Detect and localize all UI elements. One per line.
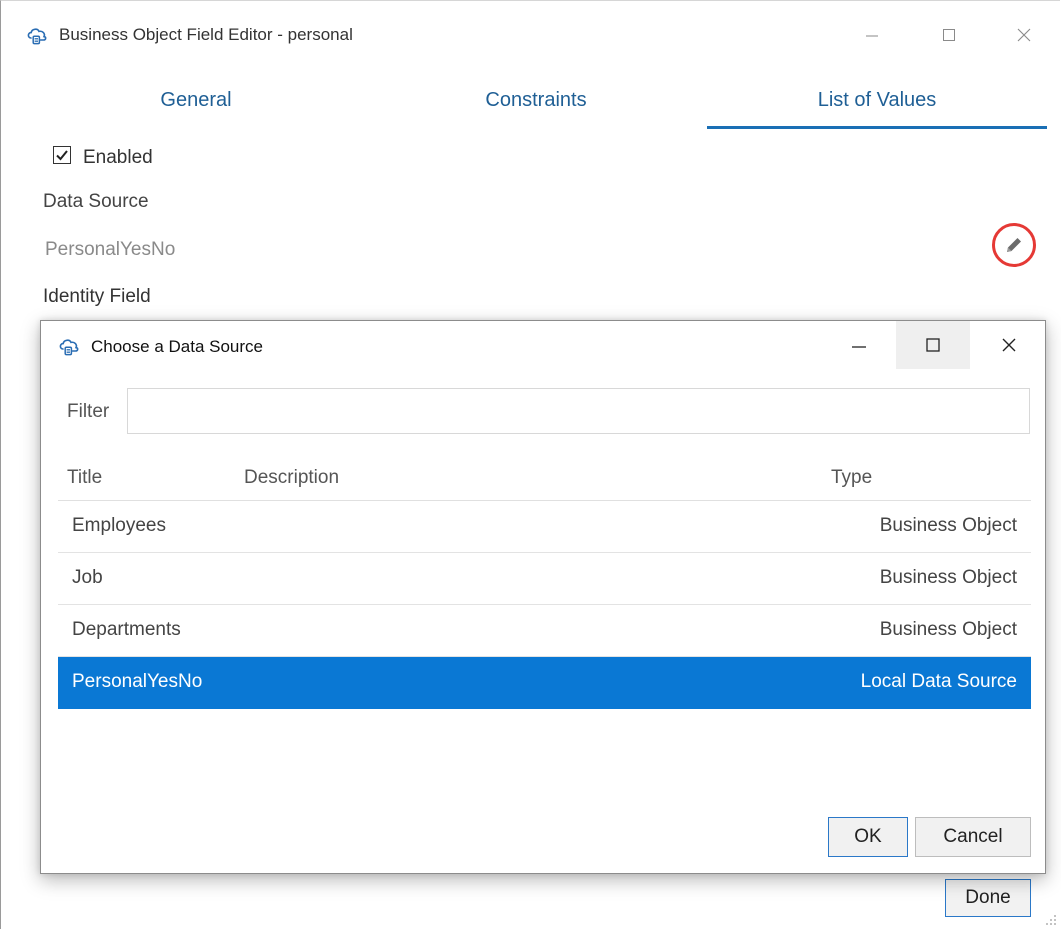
choose-data-source-dialog: Choose a Data Source Filter Title Descri… — [40, 320, 1046, 874]
enabled-checkbox[interactable] — [53, 146, 71, 164]
cancel-button[interactable]: Cancel — [915, 817, 1031, 857]
maximize-button[interactable] — [926, 15, 972, 55]
filter-label: Filter — [67, 401, 110, 422]
dialog-close-button[interactable] — [986, 321, 1032, 369]
close-icon — [1002, 338, 1016, 352]
maximize-icon — [926, 338, 940, 352]
window-title: Business Object Field Editor - personal — [59, 25, 353, 44]
close-icon — [1017, 28, 1031, 42]
minimize-icon — [852, 346, 866, 348]
data-source-label: Data Source — [43, 191, 149, 212]
tab-constraints[interactable]: Constraints — [366, 89, 706, 112]
table-row-selected[interactable]: PersonalYesNo Local Data Source — [58, 657, 1031, 709]
cloud-database-icon — [25, 23, 49, 47]
cloud-database-icon — [57, 334, 81, 358]
column-header-type[interactable]: Type — [831, 467, 872, 489]
close-button[interactable] — [1001, 15, 1047, 55]
table-row[interactable]: Employees Business Object — [58, 501, 1031, 553]
identity-field-label: Identity Field — [43, 286, 151, 307]
tab-general[interactable]: General — [26, 89, 366, 112]
row-type: Business Object — [879, 619, 1017, 640]
pencil-icon — [1007, 238, 1021, 252]
table-row[interactable]: Departments Business Object — [58, 605, 1031, 657]
edit-data-source-button[interactable] — [992, 223, 1036, 267]
tab-list-of-values[interactable]: List of Values — [707, 89, 1047, 112]
filter-input[interactable] — [127, 388, 1030, 434]
column-header-description[interactable]: Description — [244, 467, 339, 489]
row-type: Local Data Source — [860, 671, 1017, 692]
active-tab-indicator — [707, 126, 1047, 129]
column-header-title[interactable]: Title — [67, 467, 102, 489]
dialog-maximize-button[interactable] — [896, 321, 970, 369]
ok-button[interactable]: OK — [828, 817, 908, 857]
checkmark-icon — [56, 150, 68, 161]
data-source-value: PersonalYesNo — [45, 239, 176, 260]
dialog-minimize-button[interactable] — [836, 321, 882, 369]
done-button[interactable]: Done — [945, 879, 1031, 917]
table-row[interactable]: Job Business Object — [58, 553, 1031, 605]
dialog-title: Choose a Data Source — [91, 337, 263, 356]
maximize-icon — [943, 29, 955, 41]
enabled-label: Enabled — [83, 147, 153, 168]
row-title: Job — [72, 567, 103, 588]
row-title: PersonalYesNo — [72, 671, 203, 692]
row-type: Business Object — [879, 515, 1017, 536]
minimize-button[interactable] — [849, 15, 895, 55]
row-title: Employees — [72, 515, 166, 536]
row-title: Departments — [72, 619, 181, 640]
resize-grip-icon[interactable] — [1044, 913, 1058, 927]
row-type: Business Object — [879, 567, 1017, 588]
minimize-icon — [866, 35, 878, 37]
